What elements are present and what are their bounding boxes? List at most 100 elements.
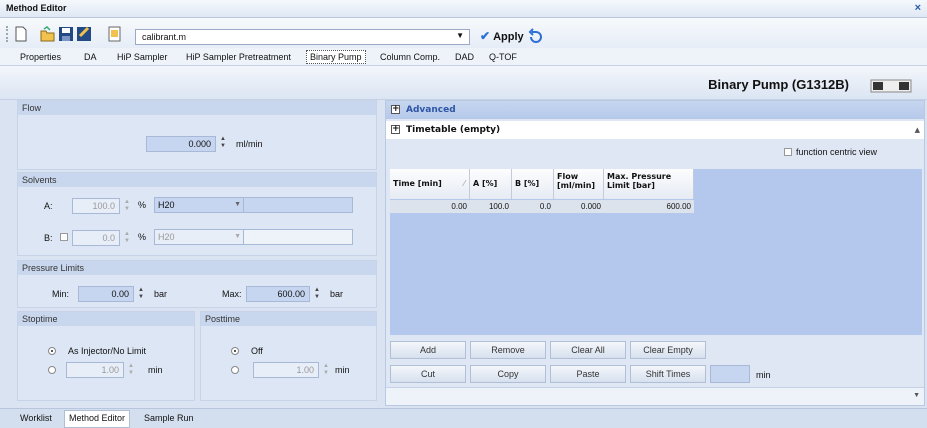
solvent-b-checkbox[interactable] [60, 233, 68, 241]
function-centric-view-checkbox[interactable] [784, 148, 792, 156]
panel-footer: ▼ [386, 387, 924, 405]
cell-flow[interactable]: 0.000 [554, 200, 604, 213]
solvent-a-spin-icon[interactable]: ▲ ▼ [122, 199, 132, 213]
bottom-tabs: Worklist Method Editor Sample Run [0, 408, 927, 428]
solvent-b-dropdown[interactable]: H20 ▼ [154, 229, 246, 245]
solvent-a-pct: % [138, 200, 147, 210]
tab-da[interactable]: DA [84, 52, 97, 62]
pressure-group: Pressure Limits Min: 0.00 ▲ ▼ bar Max: 60… [17, 260, 377, 308]
solvent-a-name: H20 [158, 200, 175, 210]
pressure-max-input[interactable]: 600.00 [246, 286, 310, 302]
method-report-icon[interactable] [108, 26, 122, 42]
solvent-b-percent-input[interactable]: 0.0 [72, 230, 120, 246]
stoptime-no-limit-label: As Injector/No Limit [68, 346, 147, 356]
solvent-b-name: H20 [158, 232, 175, 242]
tab-properties[interactable]: Properties [20, 52, 61, 62]
cell-a[interactable]: 100.0 [470, 200, 512, 213]
flow-spin-arrows-icon[interactable]: ▲ ▼ [218, 136, 228, 150]
pressure-min-spin-icon[interactable]: ▲ ▼ [136, 287, 146, 301]
tab-sample-run[interactable]: Sample Run [144, 413, 194, 423]
solvents-group: Solvents A: 100.0 ▲ ▼ % H20 ▼ B: 0.0 ▲ ▼ %… [17, 172, 377, 256]
tab-q-tof[interactable]: Q-TOF [489, 52, 517, 62]
solvent-b-spin-icon[interactable]: ▲ ▼ [122, 231, 132, 245]
apply-label: Apply [493, 31, 524, 43]
window-title: Method Editor [6, 3, 67, 13]
pressure-min-input[interactable]: 0.00 [78, 286, 134, 302]
posttime-off-radio[interactable] [231, 347, 239, 355]
solvent-a-percent-input[interactable]: 100.0 [72, 198, 120, 214]
scroll-down-icon[interactable]: ▼ [913, 392, 920, 399]
method-file-dropdown[interactable]: calibrant.m ▼ [135, 29, 470, 45]
shift-times-button[interactable]: Shift Times [630, 365, 706, 383]
close-icon[interactable]: × [915, 2, 921, 14]
clear-all-button[interactable]: Clear All [550, 341, 626, 359]
cell-time[interactable]: 0.00 [390, 200, 470, 213]
remove-button[interactable]: Remove [470, 341, 546, 359]
title-bar: Method Editor × [0, 0, 927, 18]
posttime-header: Posttime [201, 312, 376, 326]
tab-binary-pump[interactable]: Binary Pump [306, 50, 366, 64]
chevron-down-icon: ▼ [234, 201, 241, 208]
open-file-icon[interactable] [40, 26, 56, 42]
function-centric-view-label: function centric view [796, 147, 878, 157]
timetable-panel: + Advanced + Timetable (empty) ▲ functio… [385, 100, 925, 406]
shift-times-unit: min [756, 370, 771, 380]
stoptime-no-limit-radio[interactable] [48, 347, 56, 355]
tab-method-editor[interactable]: Method Editor [64, 410, 131, 428]
column-time[interactable]: Time [min] ⁄ [390, 169, 470, 199]
stoptime-header: Stoptime [18, 312, 194, 326]
tab-column-comp[interactable]: Column Comp. [380, 52, 440, 62]
posttime-spin-icon[interactable]: ▲ ▼ [321, 363, 331, 377]
solvent-b-text-field[interactable] [243, 229, 353, 245]
timetable-section-header[interactable]: + Timetable (empty) ▲ [386, 121, 924, 139]
scroll-up-icon[interactable]: ▲ [915, 121, 920, 139]
tab-hip-sampler-pretreatment[interactable]: HiP Sampler Pretreatment [186, 52, 291, 62]
posttime-input[interactable]: 1.00 [253, 362, 319, 378]
solvent-a-dropdown[interactable]: H20 ▼ [154, 197, 246, 213]
column-time-label: Time [min] [393, 179, 442, 188]
paste-button[interactable]: Paste [550, 365, 626, 383]
advanced-section-header[interactable]: + Advanced [386, 101, 924, 119]
column-flow[interactable]: Flow [ml/min] [554, 169, 604, 199]
expand-plus-icon[interactable]: + [391, 105, 400, 114]
copy-button[interactable]: Copy [470, 365, 546, 383]
stoptime-spin-icon[interactable]: ▲ ▼ [126, 363, 136, 377]
module-tabs: Properties DA HiP Sampler HiP Sampler Pr… [0, 48, 927, 66]
column-b[interactable]: B [%] [512, 169, 554, 199]
pressure-max-spin-icon[interactable]: ▲ ▼ [312, 287, 322, 301]
cell-max-pressure[interactable]: 600.00 [604, 200, 694, 213]
expand-plus-icon[interactable]: + [391, 125, 400, 134]
clear-empty-button[interactable]: Clear Empty [630, 341, 706, 359]
solvent-a-text-field[interactable] [243, 197, 353, 213]
solvent-b-pct: % [138, 232, 147, 242]
shift-times-input[interactable] [710, 365, 750, 383]
column-max-pressure[interactable]: Max. Pressure Limit [bar] [604, 169, 694, 199]
stoptime-custom-radio[interactable] [48, 366, 56, 374]
stoptime-input[interactable]: 1.00 [66, 362, 124, 378]
pressure-min-unit: bar [154, 289, 168, 299]
chevron-down-icon: ▼ [456, 31, 464, 40]
stoptime-group: Stoptime As Injector/No Limit 1.00 ▲ ▼ mi… [17, 311, 195, 401]
cut-button[interactable]: Cut [390, 365, 466, 383]
pressure-max-unit: bar [330, 289, 344, 299]
save-icon[interactable] [58, 26, 74, 42]
timetable-label: Timetable (empty) [406, 125, 501, 135]
tab-hip-sampler[interactable]: HiP Sampler [117, 52, 167, 62]
new-file-icon[interactable] [14, 26, 28, 42]
tab-worklist[interactable]: Worklist [20, 413, 52, 423]
flow-header: Flow [18, 101, 376, 115]
module-header: Binary Pump (G1312B) [0, 66, 927, 100]
posttime-custom-radio[interactable] [231, 366, 239, 374]
save-as-icon[interactable] [76, 26, 92, 42]
stoptime-unit: min [148, 365, 163, 375]
undo-icon[interactable] [527, 28, 545, 46]
column-a[interactable]: A [%] [470, 169, 512, 199]
posttime-off-label: Off [251, 346, 263, 356]
cell-b[interactable]: 0.0 [512, 200, 554, 213]
tab-dad[interactable]: DAD [455, 52, 474, 62]
method-file-value: calibrant.m [142, 32, 187, 42]
pump-module-icon [870, 79, 912, 93]
add-button[interactable]: Add [390, 341, 466, 359]
flow-input[interactable]: 0.000 [146, 136, 216, 152]
apply-button[interactable]: ✔ Apply [480, 29, 524, 43]
